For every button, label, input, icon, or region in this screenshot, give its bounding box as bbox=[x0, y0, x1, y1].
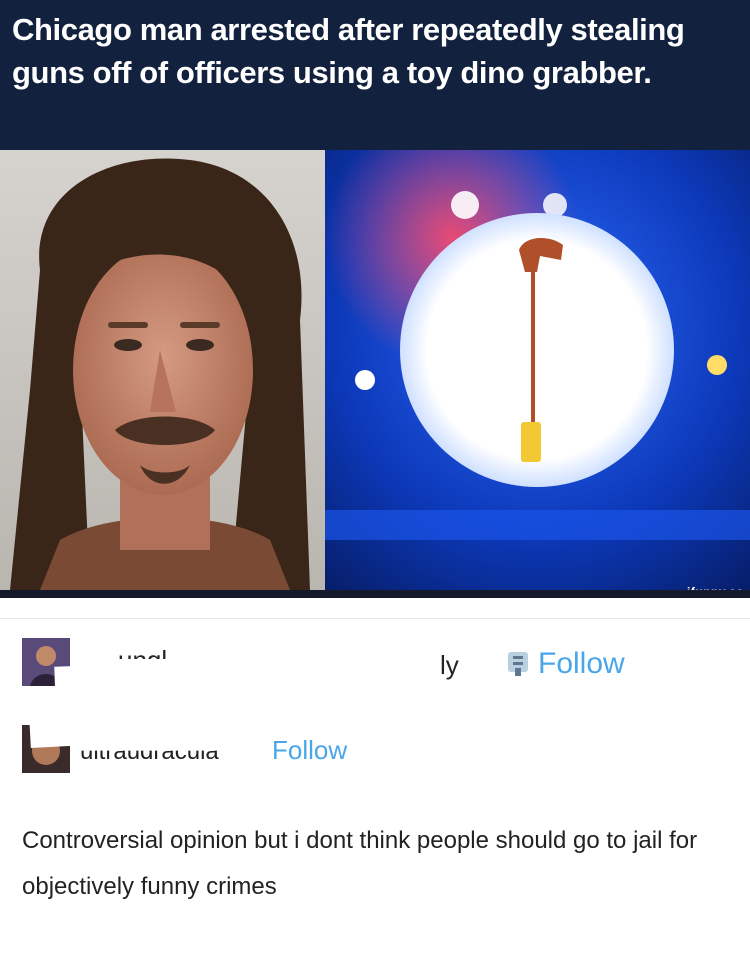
mugshot-illustration bbox=[0, 150, 325, 590]
username-partial-right: ly bbox=[440, 650, 459, 680]
redaction-mark bbox=[29, 709, 261, 749]
police-illustration bbox=[325, 150, 750, 590]
separator bbox=[0, 618, 750, 619]
redaction-mark bbox=[54, 653, 441, 715]
headline-title: Chicago man arrested after repeatedly st… bbox=[12, 12, 685, 90]
follow-button[interactable]: Follow bbox=[538, 647, 625, 681]
post-text: Controversial opinion but i dont think p… bbox=[22, 827, 698, 900]
follow-button[interactable]: Follow bbox=[272, 735, 347, 766]
mugshot-photo bbox=[0, 150, 325, 590]
image-bottom-band bbox=[0, 590, 750, 598]
police-lights-photo bbox=[325, 150, 750, 590]
headline-banner: Chicago man arrested after repeatedly st… bbox=[0, 0, 750, 150]
tumblr-badge-icon bbox=[505, 650, 531, 683]
